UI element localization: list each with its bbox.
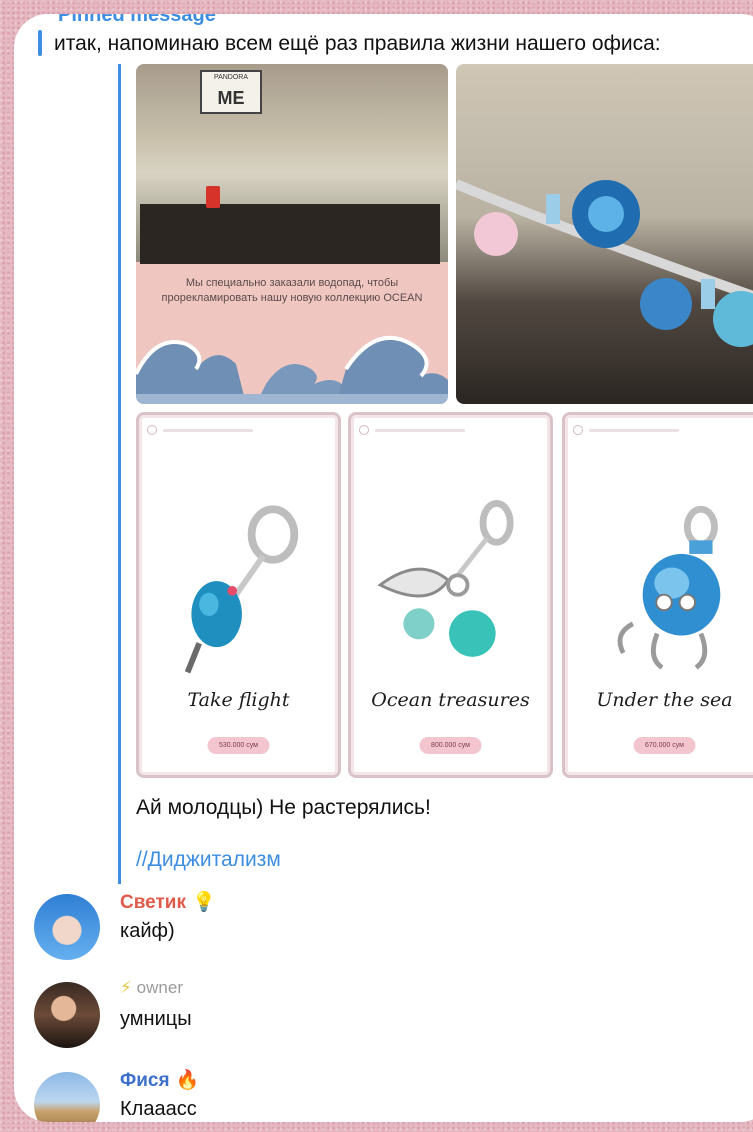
chat-message[interactable]: ⚡ owner умницы [34, 978, 734, 1052]
product-card[interactable]: Ocean treasures 800.000 сум [348, 412, 553, 778]
sender-name-text: Фися [120, 1070, 170, 1091]
post-text: Ай молодцы) Не растерялись! [136, 796, 431, 819]
card-title: Take flight [187, 689, 290, 711]
avatar[interactable] [34, 1072, 100, 1122]
chat-message[interactable]: Светик 💡 кайф) [34, 892, 734, 964]
chat-message[interactable]: Фися 🔥 Клааасс [34, 1070, 734, 1122]
post-image-charms[interactable] [456, 64, 753, 404]
forwarded-quote-line [118, 64, 121, 884]
red-cup [206, 186, 220, 208]
sender-name-text: Светик [120, 892, 186, 913]
bracelet-illustration [456, 179, 753, 347]
card-title: Ocean treasures [371, 689, 530, 711]
story-header [571, 423, 753, 439]
story-header [357, 423, 550, 439]
pinned-indicator [38, 30, 42, 56]
price-badge: 800.000 сум [419, 737, 482, 754]
message-text: Клааасс [120, 1098, 197, 1120]
post-image-store[interactable]: PANDORA ME Мы специально заказали водопа… [136, 64, 448, 404]
message-text: умницы [120, 1008, 192, 1030]
image-caption: Мы специально заказали водопад, чтобы пр… [161, 277, 423, 304]
sender-name[interactable]: Светик 💡 [120, 890, 216, 914]
pinned-message[interactable]: Pinned message итак, напоминаю всем ещё … [14, 14, 753, 64]
octopus-charm-icon [617, 505, 721, 670]
story-header [145, 423, 338, 439]
wave-illustration [136, 335, 448, 404]
chat-window: Pinned message итак, напоминаю всем ещё … [14, 14, 753, 1122]
lightbulb-icon: 💡 [191, 892, 216, 913]
sender-role: ⚡ owner [120, 978, 183, 998]
lightning-icon: ⚡ [120, 978, 132, 997]
avatar[interactable] [34, 894, 100, 960]
parrot-charm-icon [184, 505, 299, 674]
avatar[interactable] [34, 982, 100, 1048]
pinned-title: Pinned message [58, 14, 216, 26]
product-card[interactable]: Under the sea 670.000 сум [562, 412, 753, 778]
shell-charm-icon [377, 500, 514, 657]
store-sign-main: ME [217, 88, 245, 108]
store-sign-top: PANDORA [213, 74, 249, 81]
sender-name[interactable]: Фися 🔥 [120, 1068, 199, 1092]
store-sign: PANDORA ME [200, 70, 262, 114]
product-card[interactable]: Take flight 530.000 сум [136, 412, 341, 778]
store-counter [140, 204, 440, 264]
post-hashtag-link[interactable]: //Диджитализм [136, 848, 281, 872]
pinned-text: итак, напоминаю всем ещё раз правила жиз… [54, 32, 661, 55]
role-label: owner [136, 978, 183, 997]
price-badge: 670.000 сум [633, 737, 696, 754]
message-text: кайф) [120, 920, 175, 942]
price-badge: 530.000 сум [207, 737, 270, 754]
card-title: Under the sea [596, 689, 733, 711]
fire-icon: 🔥 [175, 1070, 200, 1091]
store-photo: PANDORA ME [136, 64, 448, 264]
